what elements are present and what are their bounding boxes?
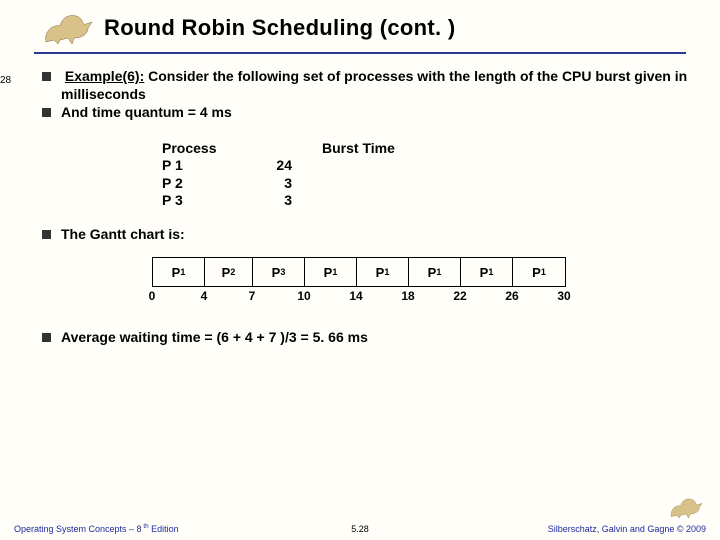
side-page-number: 28 (0, 75, 11, 86)
bullet-marker-icon (42, 108, 51, 117)
gantt-cell: P2 (205, 258, 253, 286)
gantt-tick: 4 (201, 289, 208, 303)
bullet-example: Example(6): Consider the following set o… (42, 68, 700, 103)
burst-cell: 24 (232, 157, 292, 175)
bullet-marker-icon (42, 333, 51, 342)
gantt-tick: 30 (557, 289, 570, 303)
dinosaur-icon (666, 494, 706, 522)
slide: 28 Round Robin Scheduling (cont. ) Examp… (0, 0, 720, 540)
bullet-example-label: Example(6): (65, 68, 144, 84)
gantt-cell: P1 (513, 258, 565, 286)
gantt-tick: 0 (149, 289, 156, 303)
title-underline (34, 52, 686, 54)
gantt-tick: 26 (505, 289, 518, 303)
gantt-tick: 7 (249, 289, 256, 303)
bullet-average: Average waiting time = (6 + 4 + 7 )/3 = … (42, 329, 700, 347)
dinosaur-icon (38, 8, 98, 48)
gantt-tick: 10 (297, 289, 310, 303)
footer-page-number: 5.28 (245, 524, 476, 534)
footer-left-text: Operating System Concepts – 8 th Edition (14, 524, 179, 534)
slide-title: Round Robin Scheduling (cont. ) (104, 15, 455, 41)
bullet-marker-icon (42, 230, 51, 239)
bullet-marker-icon (42, 72, 51, 81)
bullet-example-text: Consider the following set of processes … (61, 68, 687, 102)
bullet-average-text: Average waiting time = (6 + 4 + 7 )/3 = … (61, 329, 368, 347)
gantt-chart: P1P2P3P1P1P1P1P1 047101418222630 (152, 257, 700, 305)
gantt-cell: P1 (305, 258, 357, 286)
col-header-process: Process (162, 140, 322, 158)
footer-right-text: Silberschatz, Galvin and Gagne © 2009 (548, 524, 706, 534)
bullet-quantum-text: And time quantum = 4 ms (61, 104, 232, 122)
gantt-cell: P3 (253, 258, 305, 286)
bullet-quantum: And time quantum = 4 ms (42, 104, 700, 122)
gantt-cell: P1 (461, 258, 513, 286)
gantt-tick: 14 (349, 289, 362, 303)
slide-content: Example(6): Consider the following set o… (42, 68, 700, 348)
burst-cell: 3 (232, 192, 292, 210)
col-header-burst: Burst Time (322, 140, 395, 158)
bullet-gantt: The Gantt chart is: (42, 226, 700, 244)
proc-cell: P 3 (162, 192, 232, 210)
gantt-tick: 22 (453, 289, 466, 303)
process-table: Process Burst Time P 1 P 2 P 3 24 3 3 (162, 140, 700, 210)
slide-footer: Operating System Concepts – 8 th Edition… (0, 494, 720, 534)
gantt-cell: P1 (357, 258, 409, 286)
proc-cell: P 2 (162, 175, 232, 193)
slide-header: Round Robin Scheduling (cont. ) (0, 8, 720, 54)
burst-cell: 3 (232, 175, 292, 193)
proc-cell: P 1 (162, 157, 232, 175)
gantt-tick: 18 (401, 289, 414, 303)
bullet-gantt-text: The Gantt chart is: (61, 226, 185, 244)
gantt-cell: P1 (409, 258, 461, 286)
gantt-cell: P1 (153, 258, 205, 286)
